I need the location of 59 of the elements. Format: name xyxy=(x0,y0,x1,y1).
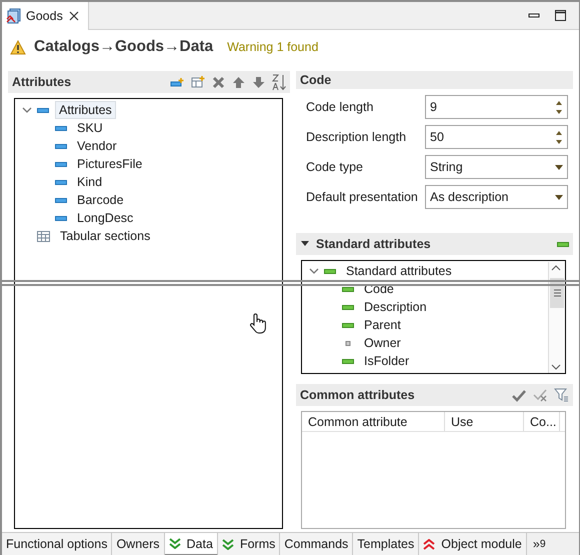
attribute-icon xyxy=(557,242,569,246)
tree-item[interactable]: Attributes xyxy=(55,101,116,119)
close-icon[interactable] xyxy=(68,10,80,22)
arrow-down-icon[interactable] xyxy=(252,76,265,88)
double-chevron-up-icon xyxy=(423,538,436,550)
sort-icon[interactable] xyxy=(272,74,286,90)
spinner-arrows-icon[interactable] xyxy=(554,130,564,144)
warning-icon xyxy=(10,40,26,54)
field-label: Description length xyxy=(306,130,408,144)
check-icon[interactable] xyxy=(512,388,526,402)
panel-header: Code xyxy=(296,71,573,89)
scroll-thumb-icon[interactable] xyxy=(552,289,562,297)
dropdown-field[interactable]: As description xyxy=(425,185,568,209)
maximize-icon[interactable] xyxy=(554,9,567,22)
field-label: Default presentation xyxy=(306,190,419,204)
editor-tab[interactable]: Goods xyxy=(2,2,89,30)
add-table-icon[interactable] xyxy=(191,76,205,88)
tree-item[interactable]: Owner xyxy=(360,334,405,352)
column-header[interactable]: Use xyxy=(445,412,524,431)
expand-chevron-icon[interactable] xyxy=(21,105,33,115)
tree-item[interactable]: Barcode xyxy=(73,191,128,209)
panel-header: Attributes xyxy=(8,71,290,93)
expand-chevron-icon[interactable] xyxy=(308,266,320,276)
dropdown-arrow-icon[interactable] xyxy=(554,194,564,200)
field-label: Code length xyxy=(306,100,374,114)
hand-cursor-icon xyxy=(248,313,267,334)
catalog-icon xyxy=(6,8,21,24)
tree-item[interactable]: Tabular sections xyxy=(56,227,154,245)
tree-item[interactable]: SKU xyxy=(73,119,107,137)
tree-item[interactable]: LongDesc xyxy=(73,209,138,227)
tree-item[interactable]: Standard attributes xyxy=(342,262,456,280)
tree-item[interactable]: Parent xyxy=(360,316,405,334)
breadcrumb-title: Catalogs→Goods→Data xyxy=(34,38,214,56)
editor-tab[interactable]: Data xyxy=(164,533,218,555)
panel-header: Common attributes xyxy=(296,384,573,406)
table-icon xyxy=(37,230,50,242)
field-label: Code type xyxy=(306,160,364,174)
warning-message: Warning 1 found xyxy=(227,40,318,54)
double-chevron-down-icon xyxy=(222,538,234,550)
dropdown-field[interactable]: String xyxy=(425,155,568,179)
spinner-arrows-icon[interactable] xyxy=(554,100,564,114)
tree-item[interactable]: PicturesFile xyxy=(73,155,146,173)
tree-item[interactable]: IsFolder xyxy=(360,352,414,370)
filter-icon[interactable] xyxy=(554,388,569,402)
uncheck-icon[interactable] xyxy=(533,388,547,402)
column-header[interactable]: Common attribute xyxy=(302,412,445,431)
add-icon[interactable] xyxy=(170,76,184,88)
double-chevron-down-icon xyxy=(168,538,181,549)
tree-item[interactable]: Description xyxy=(360,298,431,316)
number-field[interactable]: 50 xyxy=(425,125,568,149)
arrow-up-icon[interactable] xyxy=(232,76,245,88)
tree-item[interactable]: Vendor xyxy=(73,137,121,155)
dropdown-arrow-icon[interactable] xyxy=(554,164,564,170)
number-field[interactable]: 9 xyxy=(425,95,568,119)
panel-header: Standard attributes xyxy=(296,233,573,255)
delete-icon[interactable] xyxy=(212,76,225,88)
column-header[interactable]: Co... xyxy=(524,412,560,431)
tree-item[interactable]: Kind xyxy=(73,173,106,191)
scrollbar[interactable] xyxy=(548,262,565,373)
